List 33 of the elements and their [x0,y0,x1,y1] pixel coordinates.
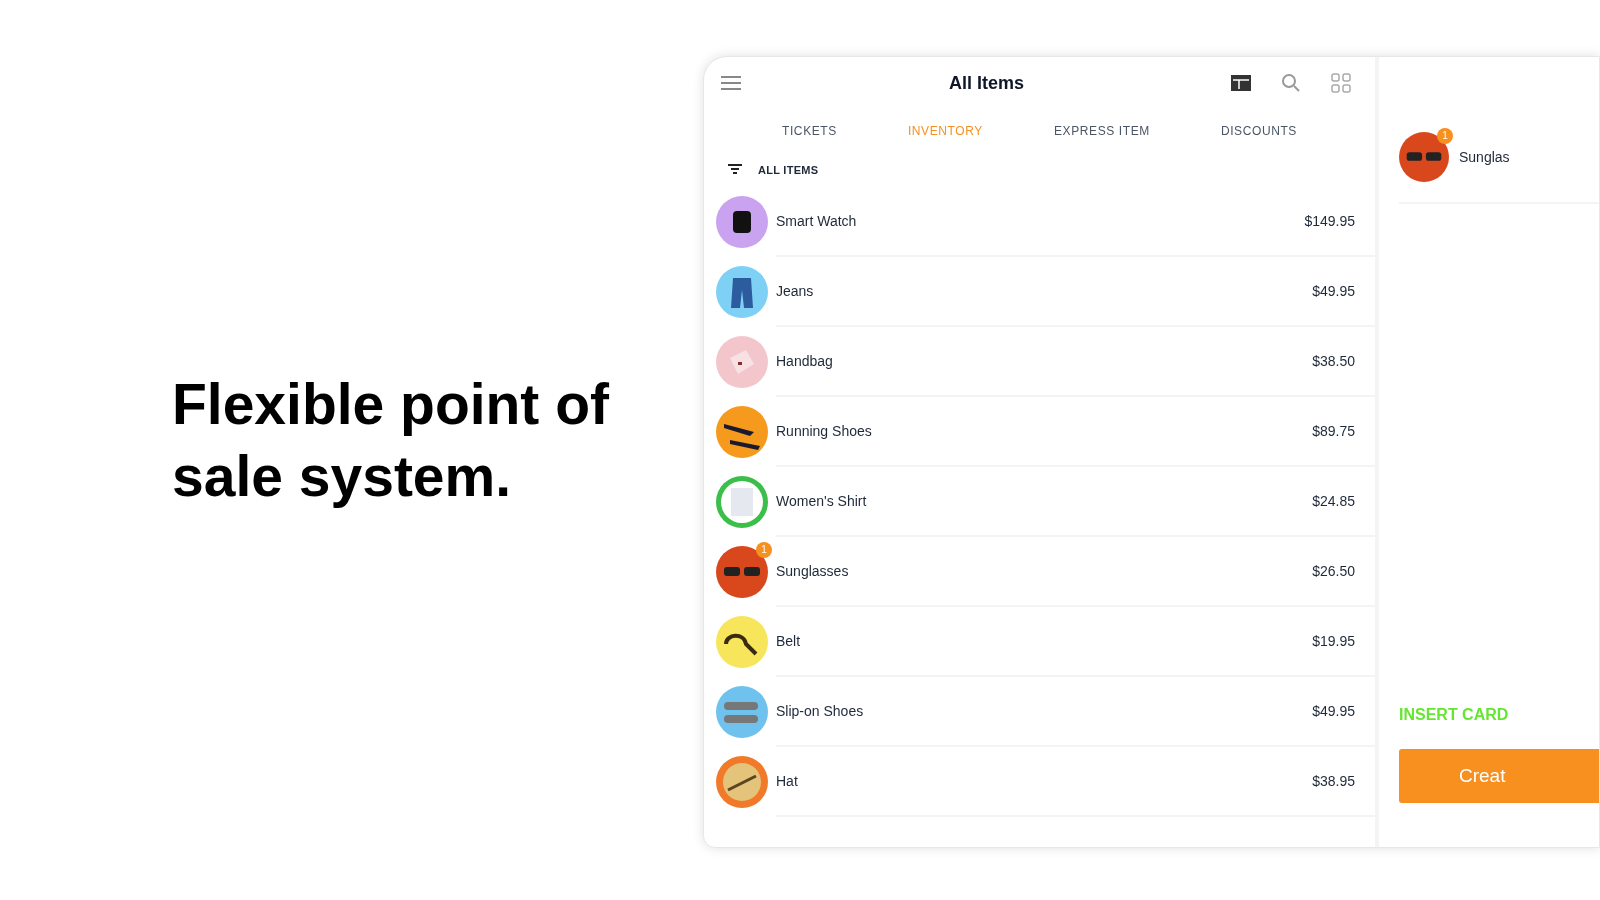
item-price: $89.75 [1312,421,1355,441]
count-badge: 1 [756,542,772,558]
headline: Flexible point of sale system. [172,371,610,510]
item-name[interactable]: Belt [776,630,1313,652]
item-price: $149.95 [1304,211,1355,231]
item-price: $38.50 [1312,351,1355,371]
item-price: $49.95 [1312,701,1355,721]
item-name[interactable]: Sunglasses [776,560,1313,582]
item-price: $38.95 [1312,771,1355,791]
item-name[interactable]: Smart Watch [776,210,1305,232]
item-price: $26.50 [1312,561,1355,581]
tab[interactable]: TICKETS [774,118,845,144]
item-name[interactable]: Running Shoes [776,420,1313,442]
card-prompt: INSERT CARD [1399,705,1510,725]
item-name[interactable]: Slip-on Shoes [776,700,1313,722]
item-name[interactable]: Jeans [776,280,1313,302]
menu-icon[interactable] [720,75,742,91]
screen-title: All Items [949,72,1024,93]
item-price: $24.85 [1312,491,1355,511]
ticket-item-name: Sunglas [1459,147,1510,167]
item-name[interactable]: Handbag [776,350,1313,372]
grid-icon[interactable] [1331,73,1351,93]
filter-label[interactable]: ALL ITEMS [758,161,819,179]
tab[interactable]: EXPRESS ITEM [1045,118,1158,144]
item-price: $49.95 [1312,281,1355,301]
count-badge: 1 [1437,128,1453,144]
item-name[interactable]: Hat [776,770,1313,792]
filter-icon[interactable] [728,164,742,176]
table-icon[interactable] [1231,75,1251,91]
tab[interactable]: DISCOUNTS [1212,118,1305,144]
item-name[interactable]: Women's Shirt [776,490,1313,512]
item-price: $19.95 [1312,631,1355,651]
search-icon[interactable] [1281,73,1301,93]
